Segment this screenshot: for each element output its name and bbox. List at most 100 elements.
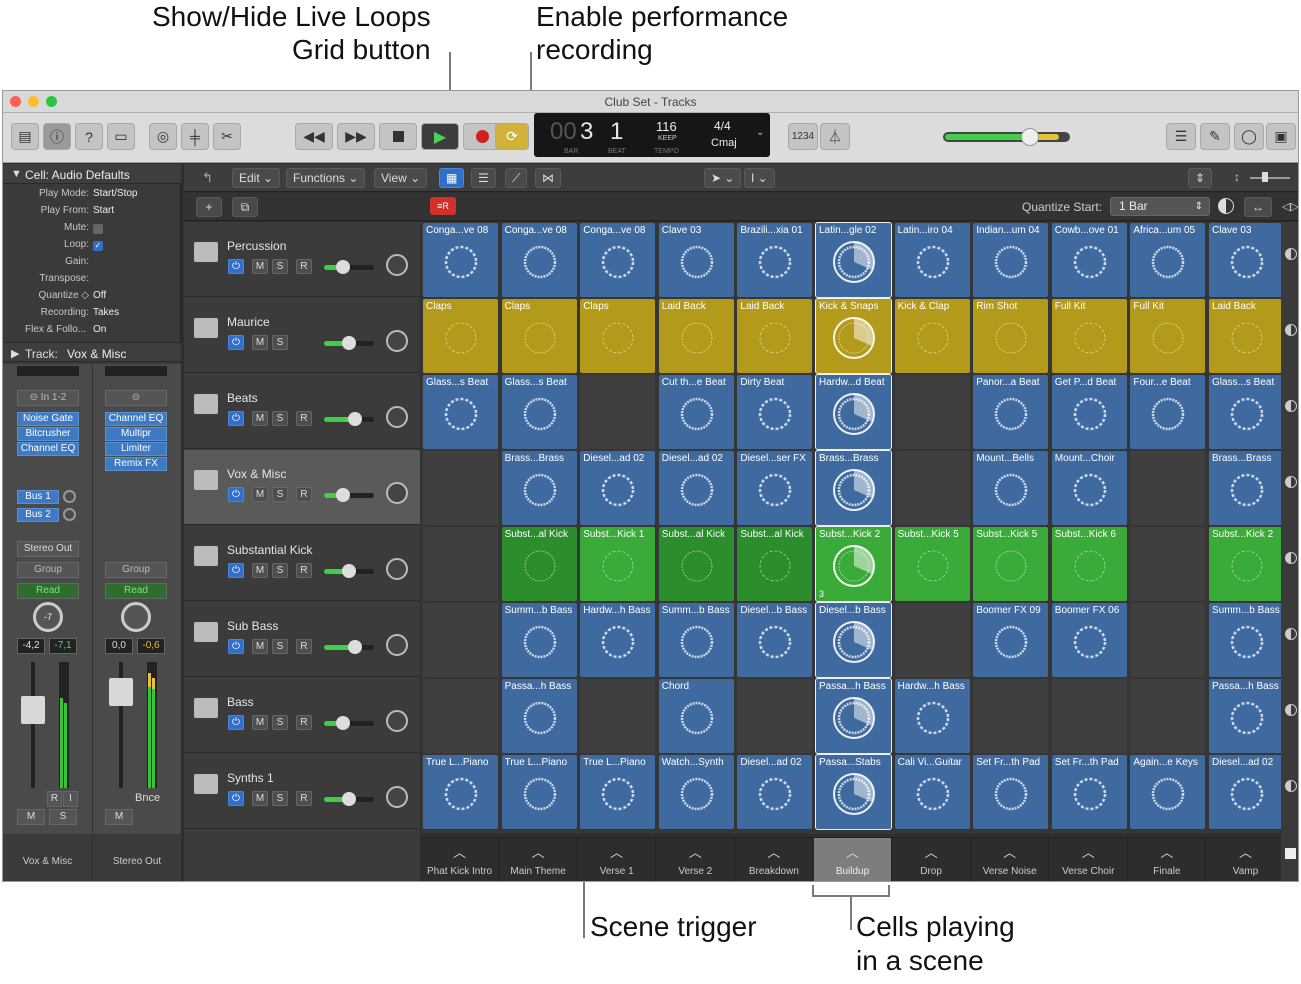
loop-cell[interactable]: Brass...Brass — [501, 451, 577, 525]
duplicate-button[interactable]: ⧉ — [232, 197, 258, 217]
pan-knob[interactable] — [386, 254, 408, 276]
plugin-slot[interactable]: Noise Gate — [17, 412, 79, 426]
empty-cell[interactable] — [894, 603, 970, 677]
input-monitor-button[interactable]: I — [63, 791, 78, 807]
empty-cell[interactable] — [1051, 679, 1127, 753]
loop-cell[interactable]: Laid Back — [1209, 299, 1284, 373]
loop-cell[interactable]: Diesel...b Bass — [815, 602, 892, 678]
loop-cell[interactable]: Cali Vi...Guitar — [894, 755, 970, 829]
inspector-row-mute[interactable]: Mute: — [3, 222, 181, 239]
track-stop-button[interactable] — [1285, 476, 1297, 488]
empty-cell[interactable] — [1130, 451, 1206, 525]
track-volume-slider[interactable] — [324, 336, 374, 350]
power-button[interactable]: ⏻ — [228, 791, 244, 806]
record-enable-button[interactable]: R — [296, 639, 312, 654]
track-volume-slider[interactable] — [324, 792, 374, 806]
text-tool[interactable]: I ⌄ — [744, 168, 775, 188]
empty-cell[interactable] — [894, 375, 970, 449]
plugin-slot[interactable]: Channel EQ — [17, 442, 79, 456]
loop-cell[interactable]: Passa...h Bass — [815, 678, 892, 754]
mute-button[interactable]: M — [252, 259, 268, 274]
automation-button[interactable]: ⟋ — [505, 168, 528, 188]
scene-trigger[interactable]: ︿ Verse Choir — [1050, 838, 1128, 881]
vertical-zoom-button[interactable]: ⇕ — [1188, 168, 1213, 188]
pan-knob[interactable] — [386, 558, 408, 580]
track-header[interactable]: Maurice ⏻ M S — [184, 298, 420, 373]
track-volume-slider[interactable] — [324, 716, 374, 730]
loop-cell[interactable]: Diesel...ad 02 — [737, 755, 813, 829]
empty-cell[interactable] — [894, 451, 970, 525]
track-header[interactable]: Vox & Misc ⏻ M S R — [184, 450, 420, 525]
quantize-pie-icon[interactable] — [1218, 198, 1234, 214]
loop-cell[interactable]: Clave 03 — [658, 223, 734, 297]
input-slot[interactable]: ⊝ In 1-2 — [17, 390, 79, 406]
loop-cell[interactable]: Set Fr...th Pad — [973, 755, 1049, 829]
loop-cell[interactable]: Diesel...b Bass — [737, 603, 813, 677]
loop-cell[interactable]: Subst...Kick 5 — [894, 527, 970, 601]
fader-thumb[interactable] — [336, 716, 350, 730]
loop-cell[interactable]: Summ...b Bass — [501, 603, 577, 677]
eq-display[interactable] — [105, 366, 167, 376]
list-editors-button[interactable]: ☰ — [1166, 123, 1196, 150]
loop-cell[interactable]: Claps — [423, 299, 498, 373]
stop-all-button[interactable] — [1285, 848, 1296, 859]
count-in-button[interactable]: 1234 — [788, 123, 818, 150]
scene-trigger[interactable]: ︿ Drop — [893, 838, 971, 881]
fader-thumb[interactable] — [336, 260, 350, 274]
pan-knob[interactable] — [386, 634, 408, 656]
track-stop-button[interactable] — [1285, 780, 1297, 792]
loop-cell[interactable]: Kick & Snaps — [815, 298, 892, 374]
mute-button[interactable]: M — [105, 809, 133, 825]
mute-button[interactable]: M — [252, 487, 268, 502]
inspector-row[interactable]: Play Mode: Start/Stop — [3, 188, 181, 205]
pan-knob[interactable] — [386, 710, 408, 732]
tracks-view-button[interactable]: ☰ — [471, 168, 496, 188]
group-slot[interactable]: Group — [17, 562, 79, 578]
mute-button[interactable]: M — [252, 639, 268, 654]
loop-cell[interactable]: Subst...Kick 2 3 — [815, 526, 892, 602]
loop-cell[interactable]: Conga...ve 08 — [501, 223, 577, 297]
scene-trigger[interactable]: ︿ Verse 1 — [578, 838, 657, 881]
track-header[interactable]: Sub Bass ⏻ M S R — [184, 602, 420, 677]
scene-trigger[interactable]: ︿ Phat Kick Intro — [421, 838, 499, 881]
track-header[interactable]: Percussion ⏻ M S R — [184, 222, 420, 297]
collapse-icon[interactable]: ◁▷ — [1282, 200, 1298, 213]
plugin-slot[interactable]: Limiter — [105, 442, 167, 456]
loop-cell[interactable]: Claps — [580, 299, 656, 373]
loop-cell[interactable]: Passa...Stabs — [815, 754, 892, 830]
loop-cell[interactable]: Panor...a Beat — [973, 375, 1049, 449]
scene-trigger[interactable]: ︿ Main Theme — [500, 838, 578, 881]
loop-cell[interactable]: Cut th...e Beat — [658, 375, 734, 449]
loop-checkbox[interactable]: ✓ — [93, 241, 103, 251]
rewind-button[interactable]: ◀◀ — [295, 123, 333, 150]
zoom-slider[interactable]: ↕ — [1234, 170, 1294, 186]
fader-thumb[interactable] — [342, 792, 356, 806]
track-stop-button[interactable] — [1285, 324, 1297, 336]
solo-button[interactable]: S — [272, 791, 288, 806]
volume-fader-thumb[interactable] — [21, 696, 45, 724]
inspector-row[interactable]: Transpose: — [3, 273, 181, 290]
record-enable-button[interactable]: R — [296, 563, 312, 578]
empty-cell[interactable] — [1130, 603, 1206, 677]
empty-cell[interactable] — [737, 679, 813, 753]
empty-cell[interactable] — [580, 679, 656, 753]
empty-cell[interactable] — [423, 603, 498, 677]
loop-cell[interactable]: Get P...d Beat — [1051, 375, 1127, 449]
inspector-button[interactable]: ⓘ — [43, 123, 71, 150]
solo-button[interactable]: S — [272, 335, 288, 350]
pan-knob[interactable] — [386, 482, 408, 504]
loop-cell[interactable]: Africa...um 05 — [1130, 223, 1206, 297]
fader-thumb[interactable] — [336, 488, 350, 502]
loop-cell[interactable]: Glass...s Beat — [423, 375, 498, 449]
up-arrow-icon[interactable]: ↰ — [202, 170, 213, 186]
loop-cell[interactable]: Diesel...ad 02 — [658, 451, 734, 525]
loop-cell[interactable]: Passa...h Bass — [501, 679, 577, 753]
loop-cell[interactable]: Latin...iro 04 — [894, 223, 970, 297]
loop-cell[interactable]: Diesel...ser FX — [737, 451, 813, 525]
power-button[interactable]: ⏻ — [228, 411, 244, 426]
empty-cell[interactable] — [423, 451, 498, 525]
browsers-button[interactable]: ▣ — [1266, 123, 1296, 150]
track-volume-slider[interactable] — [324, 260, 374, 274]
scene-trigger[interactable]: ︿ Breakdown — [735, 838, 814, 881]
mute-button[interactable]: M — [252, 791, 268, 806]
